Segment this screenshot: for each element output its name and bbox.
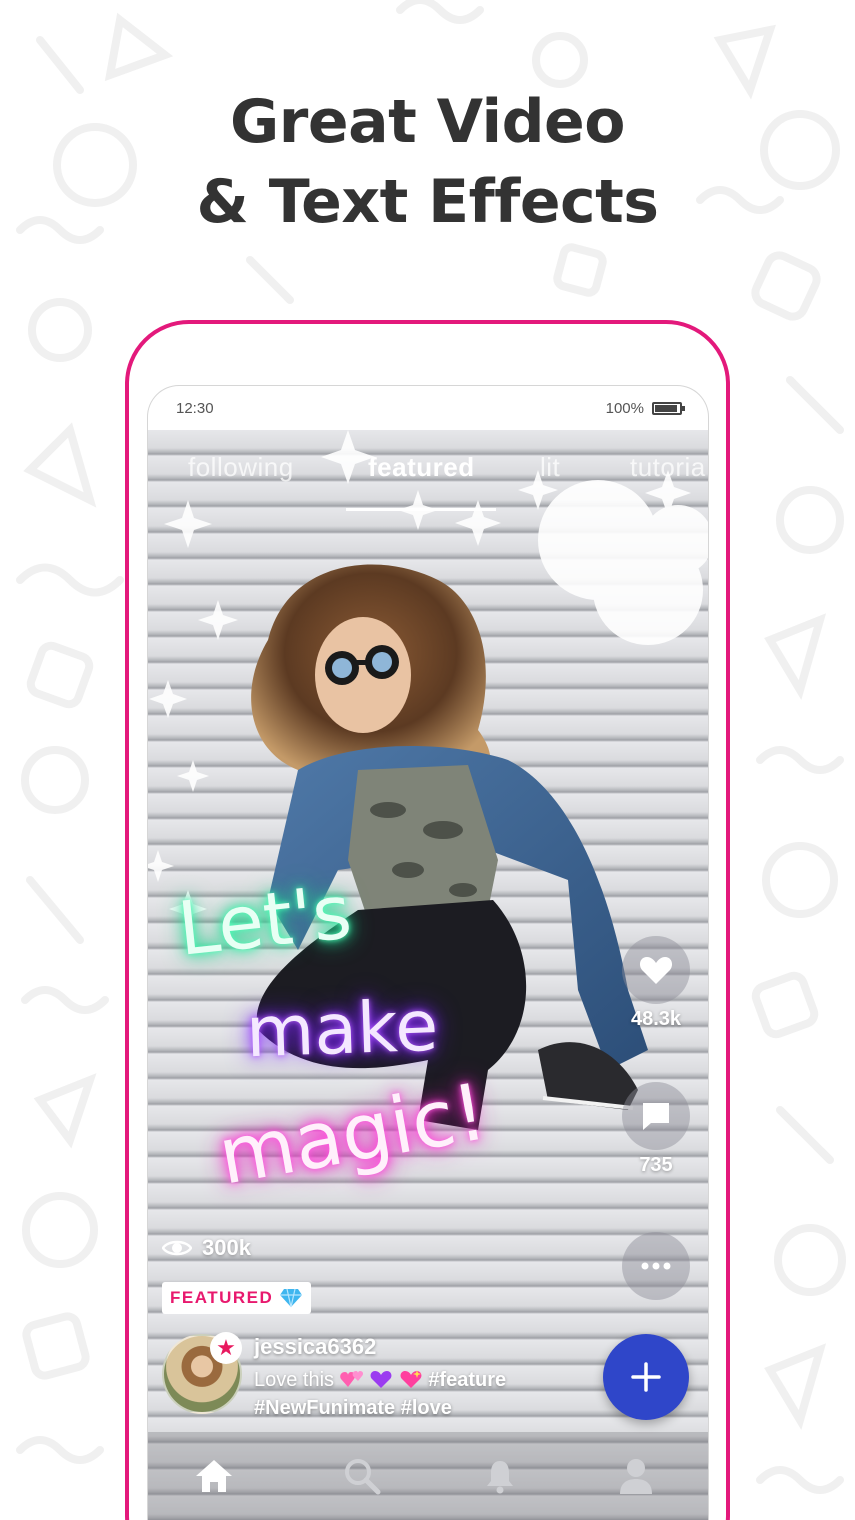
star-icon: ★ (210, 1332, 242, 1364)
more-button[interactable] (622, 1232, 690, 1300)
caption-tags[interactable]: #NewFunimate #love (254, 1397, 452, 1419)
comment-button[interactable] (622, 1082, 690, 1150)
search-icon (345, 1459, 381, 1495)
bell-icon (487, 1461, 513, 1494)
comment-count: 735 (639, 1154, 673, 1176)
view-count: 300k (202, 1235, 251, 1260)
profile-icon (620, 1459, 652, 1494)
comment-icon (643, 1103, 669, 1130)
sparkle-heart-emoji-icon (400, 1370, 422, 1388)
active-tab-indicator (346, 508, 496, 511)
create-button[interactable] (603, 1334, 689, 1420)
effect-text-line-2: make (244, 984, 440, 1074)
view-counter: 300k (162, 1235, 251, 1261)
nav-search[interactable] (342, 1456, 382, 1496)
nav-home[interactable] (194, 1456, 234, 1496)
feed-tabs: following featured lit tutoria (148, 430, 708, 512)
bottom-navigation (148, 1432, 708, 1520)
tab-featured[interactable]: featured (368, 452, 475, 483)
nav-notifications[interactable] (480, 1456, 520, 1496)
eye-icon (162, 1240, 192, 1256)
featured-badge-label: FEATURED (170, 1288, 274, 1307)
home-icon (196, 1460, 232, 1492)
username[interactable]: jessica6362 (254, 1334, 376, 1360)
page-headline: Great Video & Text Effects (0, 82, 855, 242)
tab-following[interactable]: following (188, 452, 294, 483)
purple-heart-emoji-icon (370, 1371, 392, 1388)
tab-tutorials[interactable]: tutoria (630, 452, 706, 483)
featured-badge: FEATURED (162, 1282, 312, 1314)
heart-icon (639, 957, 673, 984)
battery-percent: 100% (605, 399, 644, 417)
status-bar: 12:30 100% (148, 386, 708, 430)
tab-lit[interactable]: lit (540, 452, 560, 483)
video-player[interactable]: following featured lit tutoria Let's mak… (148, 430, 708, 1520)
battery-icon (652, 401, 685, 415)
like-count: 48.3k (630, 1008, 682, 1030)
hearts-emoji-icon (339, 1371, 363, 1387)
headline-line-2: & Text Effects (196, 167, 659, 237)
caption-text: Love this (254, 1369, 335, 1391)
headline-line-1: Great Video (230, 87, 625, 157)
status-time: 12:30 (176, 399, 214, 417)
post-caption: Love this #feature #NewFunimate #love (254, 1366, 554, 1422)
phone-screen: 12:30 100% following featured lit tutori… (147, 385, 709, 1520)
effect-text-line-1: Let's (173, 869, 356, 973)
plus-icon (631, 1362, 661, 1392)
nav-profile[interactable] (616, 1456, 656, 1496)
like-button[interactable] (622, 936, 690, 1004)
more-icon (641, 1262, 671, 1270)
caption-tag-feature[interactable]: #feature (428, 1369, 506, 1391)
diamond-icon (280, 1288, 303, 1308)
